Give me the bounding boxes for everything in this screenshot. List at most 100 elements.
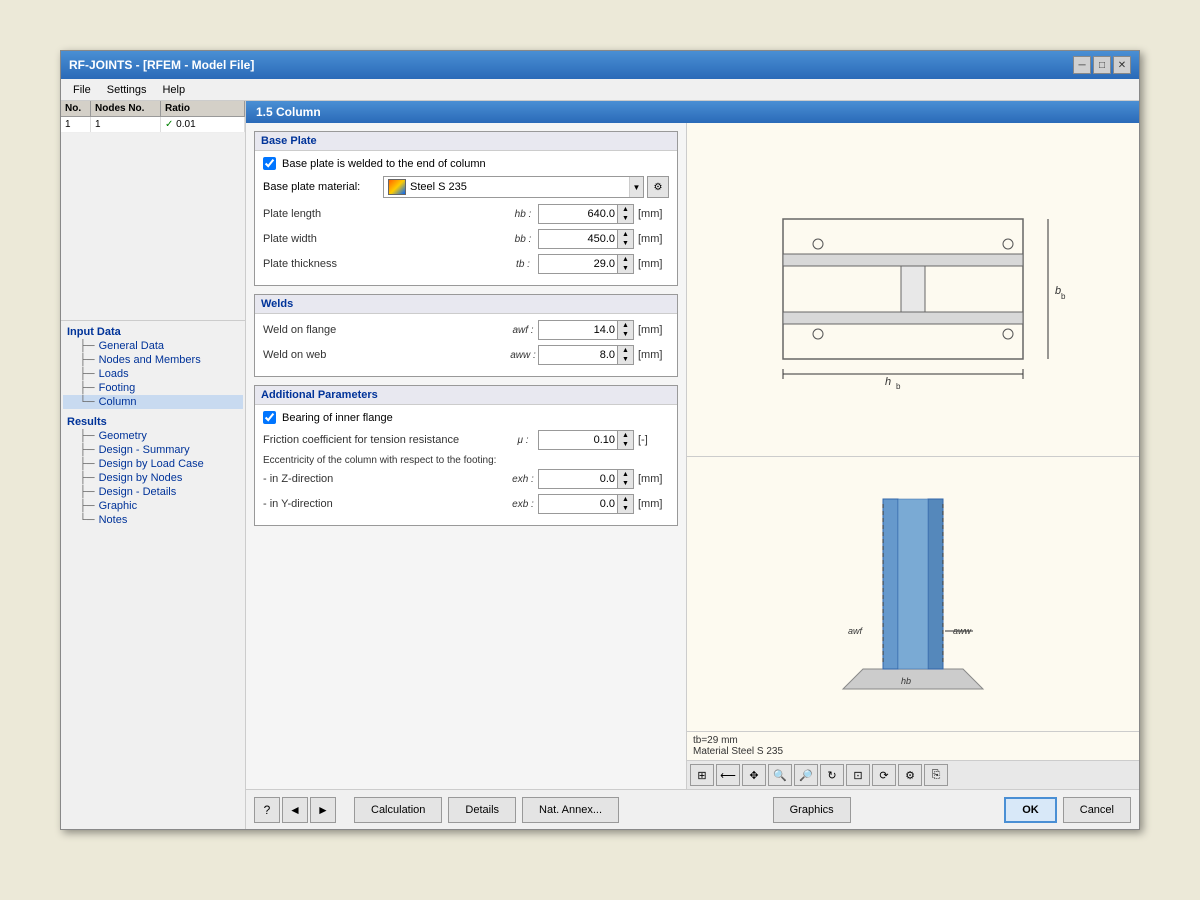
tree-item-general-data[interactable]: ├─General Data [63, 339, 243, 353]
gfx-btn-1[interactable]: ⊞ [690, 764, 714, 786]
plate-width-input[interactable] [538, 229, 618, 249]
additional-title: Additional Parameters [255, 386, 677, 405]
tree-panel: Input Data ├─General Data ├─Nodes and Me… [61, 321, 245, 829]
plate-thickness-row: Plate thickness tb : ▲ ▼ [mm] [263, 254, 669, 274]
gfx-btn-9[interactable]: ⚙ [898, 764, 922, 786]
gfx-btn-5[interactable]: 🔎 [794, 764, 818, 786]
plate-width-label: Plate width [263, 233, 508, 245]
help-button[interactable]: ? [254, 797, 280, 823]
material-edit-button[interactable]: ⚙ [647, 176, 669, 198]
tree-results-label: Results [63, 415, 243, 429]
weld-flange-input-wrapper: ▲ ▼ [538, 320, 634, 340]
tree-item-design-nodes[interactable]: ├─Design by Nodes [63, 471, 243, 485]
svg-text:h: h [885, 376, 891, 388]
welds-group: Welds Weld on flange awf : ▲ ▼ [254, 294, 678, 377]
tree-item-geometry[interactable]: ├─Geometry [63, 429, 243, 443]
left-panel: No. Nodes No. Ratio 1 1 ✓ 0.01 Input Dat… [61, 101, 246, 829]
y-spin-up[interactable]: ▲ [618, 495, 633, 504]
plate-width-sym: bb : [508, 234, 538, 245]
friction-input[interactable] [538, 430, 618, 450]
weld-flange-label: Weld on flange [263, 324, 508, 336]
bottom-icon-buttons: ? ◄ ► [254, 797, 336, 823]
material-row: Base plate material: Steel S 235 ▼ ⚙ [263, 176, 669, 198]
plate-thickness-label: Plate thickness [263, 258, 508, 270]
z-direction-label: - in Z-direction [263, 473, 508, 485]
weld-web-input[interactable] [538, 345, 618, 365]
tree-item-graphic[interactable]: ├─Graphic [63, 499, 243, 513]
weld-web-spin-up[interactable]: ▲ [618, 346, 633, 355]
friction-spin-down[interactable]: ▼ [618, 440, 633, 449]
tree-item-nodes-members[interactable]: ├─Nodes and Members [63, 353, 243, 367]
welds-title: Welds [255, 295, 677, 314]
plate-width-input-wrapper: ▲ ▼ [538, 229, 634, 249]
weld-flange-input[interactable] [538, 320, 618, 340]
tree-item-column[interactable]: └─Column [63, 395, 243, 409]
friction-label: Friction coefficient for tension resista… [263, 434, 508, 446]
menu-help[interactable]: Help [154, 82, 193, 98]
gfx-btn-3[interactable]: ✥ [742, 764, 766, 786]
y-direction-label: - in Y-direction [263, 498, 508, 510]
friction-spin-up[interactable]: ▲ [618, 431, 633, 440]
calculation-button[interactable]: Calculation [354, 797, 442, 823]
menu-settings[interactable]: Settings [99, 82, 155, 98]
gfx-btn-2[interactable]: ⟵ [716, 764, 740, 786]
z-direction-sym: exh : [508, 474, 538, 485]
forward-button[interactable]: ► [310, 797, 336, 823]
plate-length-spin-up[interactable]: ▲ [618, 205, 633, 214]
plate-length-input-wrapper: ▲ ▼ [538, 204, 634, 224]
close-button[interactable]: ✕ [1113, 56, 1131, 74]
z-spin-up[interactable]: ▲ [618, 470, 633, 479]
gfx-btn-6[interactable]: ↻ [820, 764, 844, 786]
gfx-btn-8[interactable]: ⟳ [872, 764, 896, 786]
minimize-button[interactable]: ─ [1073, 56, 1091, 74]
menu-file[interactable]: File [65, 82, 99, 98]
weld-flange-spin-up[interactable]: ▲ [618, 321, 633, 330]
tree-item-footing[interactable]: ├─Footing [63, 381, 243, 395]
plate-width-spin-up[interactable]: ▲ [618, 230, 633, 239]
back-button[interactable]: ◄ [282, 797, 308, 823]
y-direction-spinner: ▲ ▼ [618, 494, 634, 514]
plate-thickness-spin-up[interactable]: ▲ [618, 255, 633, 264]
z-direction-spinner: ▲ ▼ [618, 469, 634, 489]
gfx-btn-4[interactable]: 🔍 [768, 764, 792, 786]
weld-web-input-wrapper: ▲ ▼ [538, 345, 634, 365]
status-ok-icon: ✓ [165, 119, 173, 130]
weld-flange-unit: [mm] [634, 324, 669, 336]
plate-thickness-unit: [mm] [634, 258, 669, 270]
gfx-btn-10[interactable]: ⎘ [924, 764, 948, 786]
graphics-button[interactable]: Graphics [773, 797, 851, 823]
material-select[interactable]: Steel S 235 ▼ [383, 176, 644, 198]
maximize-button[interactable]: □ [1093, 56, 1111, 74]
plate-thickness-spin-down[interactable]: ▼ [618, 264, 633, 273]
plate-width-spin-down[interactable]: ▼ [618, 239, 633, 248]
table-row[interactable]: 1 1 ✓ 0.01 [61, 117, 245, 133]
plate-thickness-spinner: ▲ ▼ [618, 254, 634, 274]
base-plate-title: Base Plate [255, 132, 677, 151]
inner-flange-label: Bearing of inner flange [282, 412, 393, 424]
weld-checkbox[interactable] [263, 157, 276, 170]
tree-item-design-load-case[interactable]: ├─Design by Load Case [63, 457, 243, 471]
z-spin-down[interactable]: ▼ [618, 479, 633, 488]
plate-width-row: Plate width bb : ▲ ▼ [mm] [263, 229, 669, 249]
plate-thickness-input[interactable] [538, 254, 618, 274]
gfx-btn-7[interactable]: ⊡ [846, 764, 870, 786]
inner-flange-checkbox[interactable] [263, 411, 276, 424]
cancel-button[interactable]: Cancel [1063, 797, 1131, 823]
tree-item-design-details[interactable]: ├─Design - Details [63, 485, 243, 499]
z-direction-input[interactable] [538, 469, 618, 489]
node-table: No. Nodes No. Ratio 1 1 ✓ 0.01 [61, 101, 245, 321]
details-button[interactable]: Details [448, 797, 516, 823]
plate-length-spin-down[interactable]: ▼ [618, 214, 633, 223]
tree-item-notes[interactable]: └─Notes [63, 513, 243, 527]
tree-item-design-summary[interactable]: ├─Design - Summary [63, 443, 243, 457]
weld-web-spin-down[interactable]: ▼ [618, 355, 633, 364]
weld-flange-spin-down[interactable]: ▼ [618, 330, 633, 339]
y-direction-input[interactable] [538, 494, 618, 514]
nat-annex-button[interactable]: Nat. Annex... [522, 797, 619, 823]
y-spin-down[interactable]: ▼ [618, 504, 633, 513]
material-dropdown-arrow[interactable]: ▼ [629, 177, 643, 197]
ok-button[interactable]: OK [1004, 797, 1057, 823]
tree-item-loads[interactable]: ├─Loads [63, 367, 243, 381]
section-title: 1.5 Column [246, 101, 1139, 123]
plate-length-input[interactable] [538, 204, 618, 224]
